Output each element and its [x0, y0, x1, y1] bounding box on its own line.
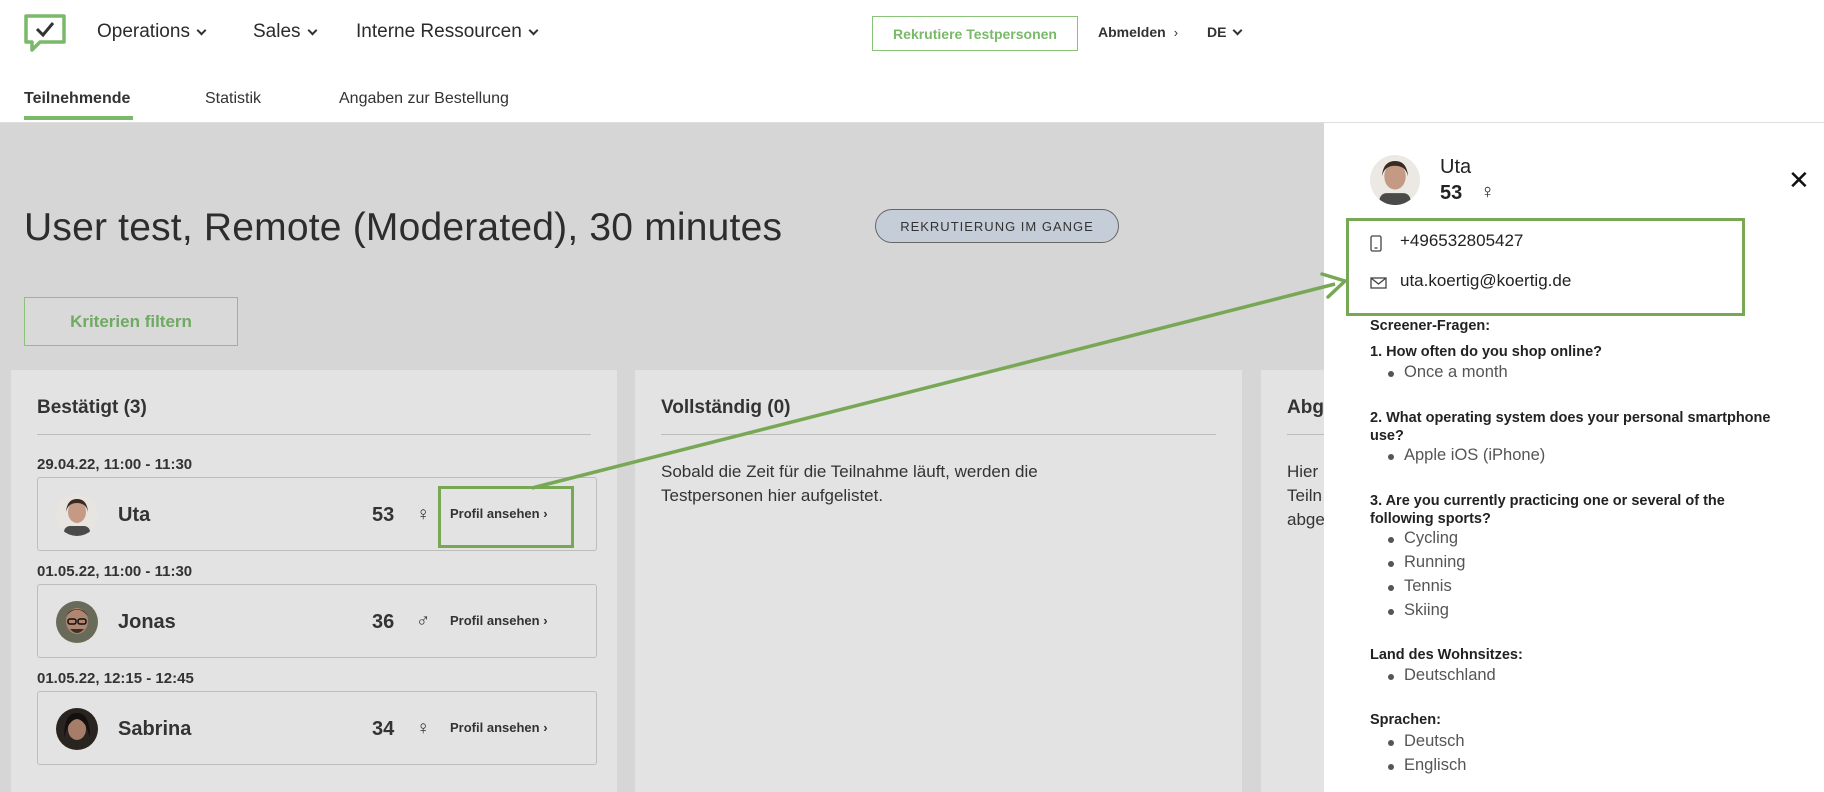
participant-card-sabrina[interactable]: Sabrina 34 ♀ Profil ansehen ›: [37, 691, 597, 765]
view-profile-link[interactable]: Profil ansehen ›: [450, 506, 548, 521]
mail-icon: [1370, 277, 1387, 289]
female-icon: ♀: [416, 504, 431, 525]
profile-name: Uta: [1440, 156, 1472, 178]
chevron-down-icon: [196, 25, 207, 35]
nav-interne-ressourcen-label: Interne Ressourcen: [356, 21, 522, 42]
slot-date: 29.04.22, 11:00 - 11:30: [37, 456, 193, 473]
male-icon: ♂: [416, 611, 431, 632]
slot-date: 01.05.22, 11:00 - 11:30: [37, 563, 193, 580]
screener-answer: Running: [1387, 553, 1466, 571]
page-title: User test, Remote (Moderated), 30 minute…: [24, 206, 783, 249]
tab-statistik[interactable]: Statistik: [205, 90, 261, 108]
participant-name: Jonas: [118, 611, 176, 633]
tab-teilnehmende[interactable]: Teilnehmende: [24, 90, 130, 108]
filter-criteria-button[interactable]: Kriterien filtern: [24, 297, 238, 346]
column-title: Bestätigt (3): [37, 397, 147, 418]
column-confirmed: Bestätigt (3) 29.04.22, 11:00 - 11:30 Ut…: [11, 370, 617, 792]
screener-question: 2. What operating system does your perso…: [1370, 410, 1771, 444]
chat-check-logo[interactable]: [22, 12, 68, 54]
top-navigation: Operations Sales Interne Ressourcen Rekr…: [0, 0, 1824, 68]
nav-operations[interactable]: Operations: [97, 21, 207, 43]
logout-label: Abmelden: [1098, 24, 1166, 40]
view-profile-link[interactable]: Profil ansehen ›: [450, 720, 548, 735]
participant-age: 36: [372, 611, 395, 633]
screener-question: 1. How often do you shop online?: [1370, 344, 1602, 360]
screener-answer: Skiing: [1388, 601, 1449, 619]
view-profile-link[interactable]: Profil ansehen ›: [450, 613, 548, 628]
screener-answer: Tennis: [1388, 577, 1452, 595]
language-label: DE: [1207, 24, 1227, 40]
participant-age: 53: [372, 504, 395, 526]
column-title: Abg: [1287, 397, 1324, 418]
nav-sales[interactable]: Sales: [253, 21, 317, 43]
tab-angaben-zur-bestellung[interactable]: Angaben zur Bestellung: [339, 90, 509, 108]
chevron-down-icon: [1233, 25, 1243, 35]
column-complete: Vollständig (0) Sobald die Zeit für die …: [635, 370, 1242, 792]
languages-label: Sprachen:: [1370, 712, 1441, 728]
avatar: [56, 494, 98, 536]
chevron-down-icon: [528, 25, 539, 35]
email-address[interactable]: uta.koertig@koertig.de: [1400, 271, 1571, 291]
phone-icon: [1370, 235, 1382, 252]
residence-label: Land des Wohnsitzes:: [1370, 647, 1523, 663]
participant-age: 34: [372, 718, 395, 740]
column-empty-text: Sobald die Zeit für die Teilnahme läuft,…: [661, 462, 1038, 505]
screener-answer: Cycling: [1387, 529, 1459, 547]
language-selector[interactable]: DE: [1207, 24, 1243, 40]
language-value: Englisch: [1387, 756, 1467, 774]
column-text: Hier Teiln abge: [1287, 462, 1325, 529]
screener-question: 3. Are you currently practicing one or s…: [1370, 493, 1725, 527]
divider: [37, 434, 591, 435]
female-icon: ♀: [416, 718, 431, 739]
chevron-right-icon: ›: [1173, 24, 1179, 40]
active-tab-indicator: [24, 116, 133, 120]
phone-number[interactable]: +496532805427: [1400, 231, 1523, 251]
residence-value: Deutschland: [1388, 666, 1496, 684]
logout-link[interactable]: Abmelden ›: [1098, 24, 1178, 40]
participant-card-jonas[interactable]: Jonas 36 ♂ Profil ansehen ›: [37, 584, 597, 658]
status-badge: REKRUTIERUNG IM GANGE: [875, 209, 1119, 243]
participant-name: Uta: [118, 504, 151, 526]
participant-card-uta[interactable]: Uta 53 ♀ Profil ansehen ›: [37, 477, 597, 551]
recruit-testpersons-button[interactable]: Rekrutiere Testpersonen: [872, 16, 1078, 51]
language-value: Deutsch: [1388, 732, 1465, 750]
profile-age: 53: [1440, 182, 1463, 204]
close-icon[interactable]: ✕: [1788, 165, 1810, 196]
avatar: [56, 601, 98, 643]
female-icon: ♀: [1480, 181, 1495, 203]
slot-date: 01.05.22, 12:15 - 12:45: [37, 670, 194, 687]
nav-interne-ressourcen[interactable]: Interne Ressourcen: [356, 21, 539, 43]
screener-label: Screener-Fragen:: [1370, 318, 1491, 334]
tab-bar: Teilnehmende Statistik Angaben zur Beste…: [0, 68, 1824, 123]
chevron-down-icon: [307, 25, 317, 35]
nav-operations-label: Operations: [97, 21, 190, 42]
screener-answer: Apple iOS (iPhone): [1387, 446, 1546, 464]
nav-sales-label: Sales: [253, 21, 301, 42]
screener-answer: Once a month: [1388, 363, 1508, 381]
column-title: Vollständig (0): [661, 397, 791, 418]
avatar: [1370, 155, 1420, 205]
participant-name: Sabrina: [118, 718, 192, 740]
divider: [661, 434, 1216, 435]
participant-profile-panel: Uta 53 ♀ ✕ +496532805427 uta.koertig@koe…: [1324, 123, 1824, 792]
avatar: [56, 708, 98, 750]
